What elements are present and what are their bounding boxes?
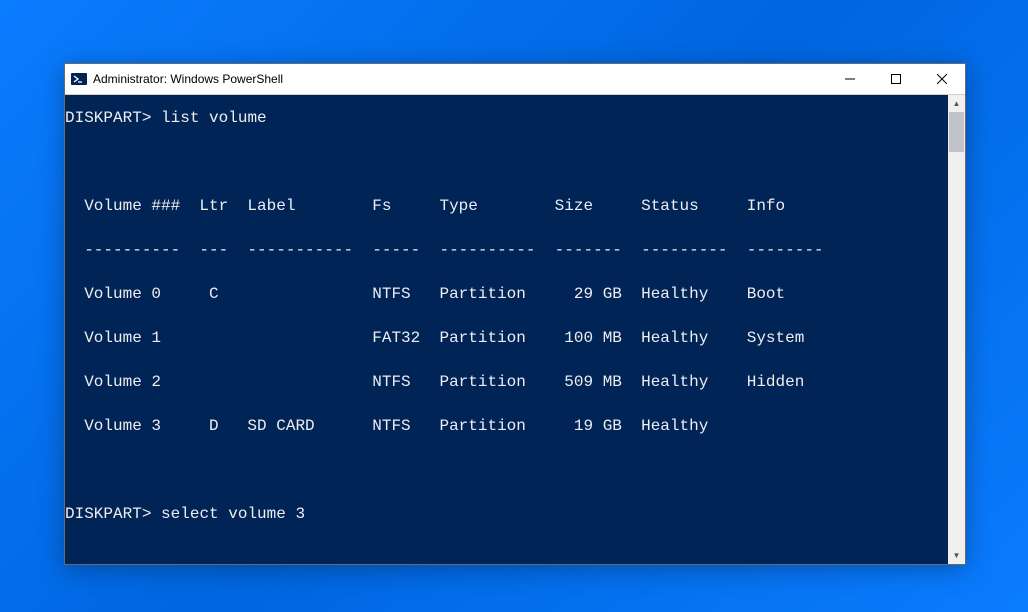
maximize-button[interactable] bbox=[873, 64, 919, 94]
prompt: DISKPART> bbox=[65, 505, 151, 523]
table-row: Volume 0 C NTFS Partition 29 GB Healthy … bbox=[65, 283, 938, 305]
cmd-select-volume: select volume 3 bbox=[161, 505, 305, 523]
prompt: DISKPART> bbox=[65, 109, 151, 127]
cmd-line-1: DISKPART> list volume bbox=[65, 107, 938, 129]
powershell-window: Administrator: Windows PowerShell DISKPA… bbox=[64, 63, 966, 565]
scrollbar-thumb[interactable] bbox=[949, 112, 964, 152]
vertical-scrollbar[interactable]: ▲ ▼ bbox=[948, 95, 965, 564]
table-header: Volume ### Ltr Label Fs Type Size Status… bbox=[65, 195, 938, 217]
close-button[interactable] bbox=[919, 64, 965, 94]
blank bbox=[65, 547, 938, 564]
window-title: Administrator: Windows PowerShell bbox=[93, 72, 827, 86]
cmd-line-2: DISKPART> select volume 3 bbox=[65, 503, 938, 525]
scroll-up-icon[interactable]: ▲ bbox=[948, 95, 965, 112]
powershell-icon bbox=[71, 71, 87, 87]
table-row: Volume 3 D SD CARD NTFS Partition 19 GB … bbox=[65, 415, 938, 437]
scroll-down-icon[interactable]: ▼ bbox=[948, 547, 965, 564]
minimize-button[interactable] bbox=[827, 64, 873, 94]
blank bbox=[65, 151, 938, 173]
table-row: Volume 1 FAT32 Partition 100 MB Healthy … bbox=[65, 327, 938, 349]
table-divider: ---------- --- ----------- ----- -------… bbox=[65, 239, 938, 261]
cmd-list-volume: list volume bbox=[161, 109, 267, 127]
window-controls bbox=[827, 64, 965, 94]
titlebar[interactable]: Administrator: Windows PowerShell bbox=[65, 64, 965, 95]
client-area: DISKPART> list volume Volume ### Ltr Lab… bbox=[65, 95, 965, 564]
terminal[interactable]: DISKPART> list volume Volume ### Ltr Lab… bbox=[65, 95, 948, 564]
blank bbox=[65, 459, 938, 481]
table-row: Volume 2 NTFS Partition 509 MB Healthy H… bbox=[65, 371, 938, 393]
